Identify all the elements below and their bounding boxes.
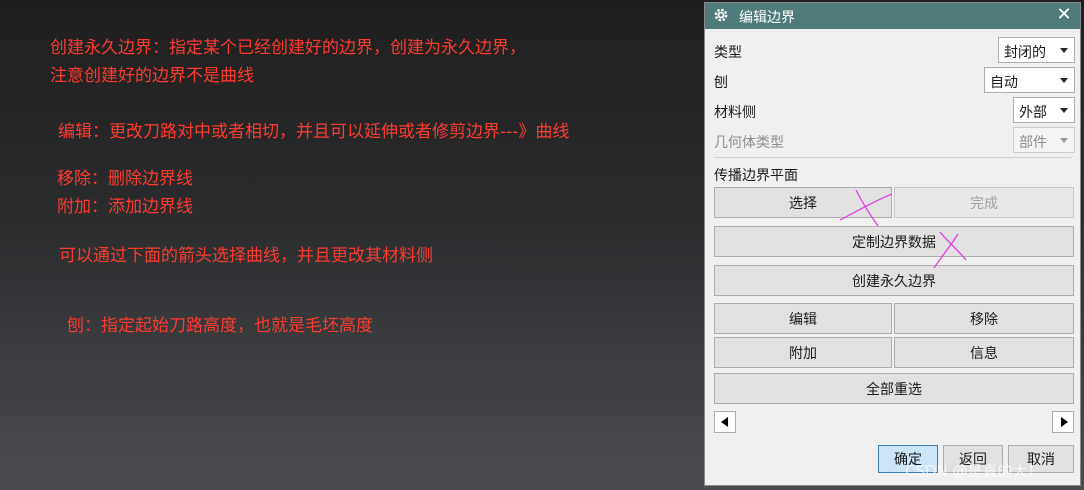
note-arrows: 可以通过下面的箭头选择曲线，并且更改其材料侧 bbox=[59, 246, 433, 266]
edit-button[interactable]: 编辑 bbox=[714, 303, 892, 334]
type-select-value: 封闭的 bbox=[1004, 45, 1046, 61]
note-edit: 编辑：更改刀路对中或者相切，并且可以延伸或者修剪边界---》曲线 bbox=[58, 122, 570, 142]
reselect-all-button[interactable]: 全部重选 bbox=[714, 373, 1074, 404]
edit-boundary-dialog: 编辑边界 ✕ 类型 封闭的 刨 自动 材料侧 外部 几何体类型 部件 传播边界平… bbox=[704, 2, 1081, 486]
note-create-line2: 注意创建好的边界不是曲线 bbox=[50, 66, 254, 86]
info-button[interactable]: 信息 bbox=[894, 337, 1074, 368]
material-side-label: 材料侧 bbox=[714, 105, 756, 121]
finish-button: 完成 bbox=[894, 187, 1074, 218]
arrow-right-icon bbox=[1061, 417, 1068, 427]
chevron-down-icon bbox=[1060, 108, 1068, 113]
geometry-type-label: 几何体类型 bbox=[714, 135, 784, 151]
remove-button[interactable]: 移除 bbox=[894, 303, 1074, 334]
chevron-down-icon bbox=[1060, 78, 1068, 83]
append-button[interactable]: 附加 bbox=[714, 337, 892, 368]
side-select[interactable]: 自动 bbox=[984, 67, 1075, 93]
cross-mark-icon bbox=[933, 232, 967, 269]
close-icon[interactable]: ✕ bbox=[1056, 6, 1072, 24]
dialog-title: 编辑边界 bbox=[739, 10, 795, 26]
side-select-value: 自动 bbox=[990, 75, 1018, 91]
note-add: 附加：添加边界线 bbox=[57, 197, 193, 217]
geometry-type-select: 部件 bbox=[1013, 127, 1075, 153]
create-permanent-boundary-button[interactable]: 创建永久边界 bbox=[714, 265, 1074, 296]
divider bbox=[714, 157, 1071, 158]
material-side-select[interactable]: 外部 bbox=[1013, 97, 1075, 123]
chevron-down-icon bbox=[1060, 138, 1068, 143]
arrow-left-icon bbox=[721, 417, 728, 427]
scroll-right-button[interactable] bbox=[1052, 411, 1074, 433]
material-side-select-value: 外部 bbox=[1019, 105, 1047, 121]
custom-boundary-data-button[interactable]: 定制边界数据 bbox=[714, 226, 1074, 257]
geometry-type-select-value: 部件 bbox=[1019, 135, 1047, 151]
note-create-line1: 创建永久边界：指定某个已经创建好的边界，创建为永久边界， bbox=[50, 38, 526, 58]
type-label: 类型 bbox=[714, 45, 742, 61]
side-label: 刨 bbox=[714, 75, 728, 91]
scroll-left-button[interactable] bbox=[714, 411, 736, 433]
note-remove: 移除：删除边界线 bbox=[57, 169, 193, 189]
dialog-titlebar: 编辑边界 ✕ bbox=[705, 3, 1080, 29]
watermark: CSDN @是真的大！ bbox=[905, 462, 1043, 480]
chevron-down-icon bbox=[1060, 48, 1068, 53]
note-side: 刨：指定起始刀路高度，也就是毛坯高度 bbox=[67, 316, 373, 336]
gear-icon bbox=[714, 8, 728, 22]
propagate-plane-label: 传播边界平面 bbox=[714, 168, 798, 184]
type-select[interactable]: 封闭的 bbox=[998, 37, 1075, 63]
cross-mark-icon bbox=[839, 189, 893, 227]
